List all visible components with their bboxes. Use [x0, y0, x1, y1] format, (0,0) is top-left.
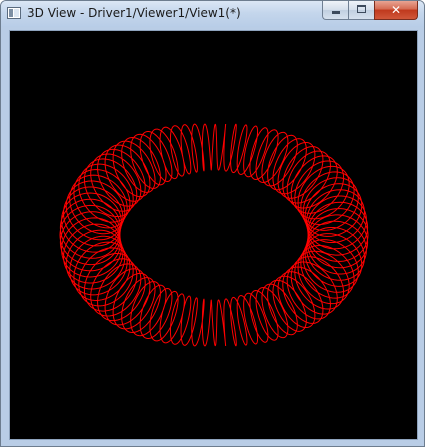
- minimize-icon: [332, 11, 340, 14]
- window-title: 3D View - Driver1/Viewer1/View1(*): [27, 6, 241, 20]
- coil-curve: [59, 123, 369, 347]
- close-icon: ✕: [390, 3, 402, 17]
- window-app-icon[interactable]: [7, 7, 21, 19]
- close-button[interactable]: ✕: [374, 1, 418, 20]
- title-bar[interactable]: 3D View - Driver1/Viewer1/View1(*) ✕: [1, 1, 424, 27]
- maximize-icon: [357, 5, 366, 13]
- coil-torus-render: [59, 123, 369, 347]
- app-window: 3D View - Driver1/Viewer1/View1(*) ✕: [0, 0, 425, 447]
- maximize-button[interactable]: [348, 1, 374, 20]
- minimize-button[interactable]: [322, 1, 348, 20]
- 3d-viewport[interactable]: [9, 30, 418, 440]
- caption-buttons: ✕: [322, 1, 418, 21]
